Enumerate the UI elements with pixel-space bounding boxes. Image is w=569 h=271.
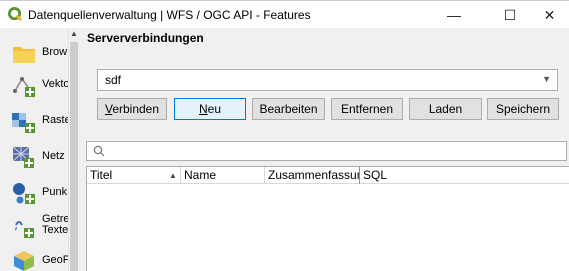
sidebar-item-vector[interactable]: Vekto [0, 68, 68, 102]
load-button[interactable]: Laden [409, 98, 482, 120]
column-header-title[interactable]: Titel ▲ [87, 167, 181, 184]
maximize-button[interactable]: ☐ [487, 1, 533, 29]
minimize-button[interactable]: — [431, 1, 477, 29]
sidebar-item-mesh[interactable]: Netz [0, 140, 68, 174]
sidebar-item-geopackage[interactable]: GeoP [0, 244, 68, 271]
provider-sidebar: Brow Vekto Raste Netz Punk , Getre Texte… [0, 28, 78, 271]
sidebar-item-browser[interactable]: Brow [0, 36, 68, 70]
connection-combo-value: sdf [105, 73, 122, 87]
column-header-label: Zusammenfassung [268, 168, 360, 182]
section-title: Serververbindungen [87, 31, 204, 45]
delimited-text-icon: , [14, 218, 34, 238]
geopackage-icon [14, 251, 34, 271]
new-button[interactable]: Neu [174, 98, 246, 120]
column-header-name[interactable]: Name [181, 167, 265, 184]
sidebar-item-point-cloud[interactable]: Punk [0, 176, 68, 210]
column-header-label: Titel [90, 168, 113, 182]
scrollbar-thumb[interactable] [70, 42, 78, 271]
close-button[interactable]: ✕ [530, 1, 569, 29]
vector-layer-icon [13, 77, 35, 97]
sidebar-item-label: Vekto [42, 78, 68, 90]
sidebar-item-label: Netz [42, 150, 65, 162]
sidebar-item-label: Getre Texte [42, 214, 68, 236]
sidebar-item-label: Punk [42, 186, 68, 198]
sidebar-item-label: GeoP [42, 254, 68, 266]
sidebar-item-label-line2: Texte [42, 224, 68, 236]
folder-icon [13, 47, 35, 63]
connection-combo[interactable]: sdf ▼ [97, 69, 558, 91]
layer-table[interactable]: Titel ▲ Name Zusammenfassung SQL [86, 166, 569, 271]
svg-text:,: , [14, 218, 18, 233]
sidebar-item-label: Brow [42, 46, 68, 58]
sidebar-scrollbar[interactable]: ▲ [68, 28, 78, 271]
sidebar-item-raster[interactable]: Raste [0, 104, 68, 138]
remove-button[interactable]: Entfernen [331, 98, 403, 120]
mesh-layer-icon [12, 146, 34, 168]
edit-button[interactable]: Bearbeiten [252, 98, 325, 120]
column-header-label: Name [184, 168, 217, 182]
raster-layer-icon [12, 113, 35, 133]
sidebar-item-delimited-text[interactable]: , Getre Texte [0, 210, 68, 244]
window-title: Datenquellenverwaltung | WFS / OGC API -… [28, 8, 311, 22]
column-header-summary[interactable]: Zusammenfassung [265, 167, 360, 184]
point-cloud-icon [13, 183, 35, 204]
title-bar: Datenquellenverwaltung | WFS / OGC API -… [0, 0, 569, 28]
chevron-down-icon: ▼ [542, 74, 551, 84]
save-button[interactable]: Speichern [487, 98, 559, 120]
sort-ascending-icon: ▲ [169, 171, 177, 180]
search-icon [93, 145, 105, 157]
scroll-up-arrow-icon[interactable]: ▲ [69, 28, 79, 40]
search-input[interactable] [86, 141, 567, 161]
table-header: Titel ▲ Name Zusammenfassung SQL [87, 167, 569, 184]
qgis-logo-icon [8, 7, 23, 22]
column-header-label: SQL [363, 168, 388, 182]
connect-button[interactable]: Verbinden [97, 98, 167, 120]
column-header-sql[interactable]: SQL [360, 167, 569, 184]
sidebar-item-label: Raste [42, 114, 68, 126]
